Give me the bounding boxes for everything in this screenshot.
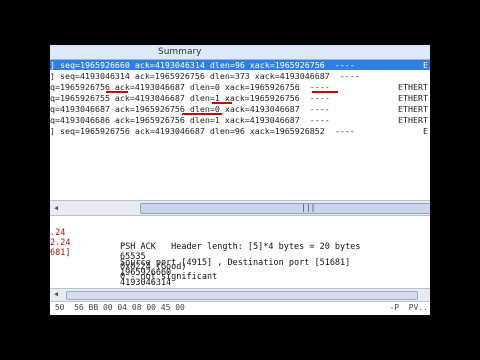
summary-column-header[interactable]: Summary bbox=[50, 45, 430, 60]
packet-row-tail: ETHERT bbox=[398, 93, 428, 103]
red-annotation-mark bbox=[182, 113, 222, 115]
packet-row-text: q=4193046686 ack=1965926756 dlen=1 xack=… bbox=[50, 115, 330, 125]
summary-title: Summary bbox=[158, 47, 202, 57]
scrollbar-thumb[interactable] bbox=[66, 291, 418, 300]
packet-row-text: ] seq=1965926660 ack=4193046314 dlen=96 … bbox=[50, 60, 355, 70]
packet-details-pane[interactable]: .24 2.24 681] Source port [4915] , Desti… bbox=[50, 178, 430, 288]
packet-analyzer-window: Summary ] seq=1965926660 ack=4193046314 … bbox=[50, 45, 430, 315]
packet-row[interactable]: q=4193046687 ack=1965926756 dlen=0 xack=… bbox=[50, 104, 430, 114]
packet-row[interactable]: ] seq=1965926756 ack=4193046687 dlen=96 … bbox=[50, 126, 430, 136]
packet-row-text: q=1965926755 ack=4193046687 dlen=1 xack=… bbox=[50, 93, 330, 103]
detail-seq: 1965926660 bbox=[120, 268, 172, 278]
packet-row[interactable]: ] seq=1965926660 ack=4193046314 dlen=96 … bbox=[50, 60, 430, 70]
detail-left-line: 2.24 bbox=[50, 238, 71, 248]
detail-left-line: .24 bbox=[50, 228, 66, 238]
packet-row-text: ] seq=4193046314 ack=1965926756 dlen=373… bbox=[50, 71, 360, 81]
detail-left-line: 681] bbox=[50, 248, 71, 258]
hex-ascii: -P PV.. bbox=[389, 303, 428, 312]
hex-dump-strip[interactable]: 50 56 BB 00 04 08 00 45 00 -P PV.. bbox=[50, 301, 430, 315]
scroll-left-icon[interactable]: ◀ bbox=[51, 289, 61, 299]
packet-row-text: ] seq=1965926756 ack=4193046687 dlen=96 … bbox=[50, 126, 355, 136]
packet-row-text: q=1965926756 ack=4193046687 dlen=0 xack=… bbox=[50, 82, 330, 92]
packet-row-tail: ETHERT bbox=[398, 82, 428, 92]
details-scrollbar[interactable]: ◀ bbox=[50, 288, 430, 302]
packet-row-tail: E bbox=[423, 60, 428, 70]
packet-row[interactable]: q=1965926755 ack=4193046687 dlen=1 xack=… bbox=[50, 93, 430, 103]
red-annotation-mark bbox=[312, 91, 338, 93]
hex-bytes: 50 56 BB 00 04 08 00 45 00 bbox=[50, 303, 185, 312]
red-annotation-mark bbox=[106, 91, 128, 93]
packet-row[interactable]: ] seq=4193046314 ack=1965926756 dlen=373… bbox=[50, 71, 430, 81]
packet-row-tail: ETHERT bbox=[398, 115, 428, 125]
detail-ack: 4193046314 bbox=[120, 278, 172, 288]
packet-list[interactable]: ] seq=1965926660 ack=4193046314 dlen=96 … bbox=[50, 60, 430, 180]
red-annotation-mark bbox=[212, 102, 232, 104]
packet-row-tail: E bbox=[423, 126, 428, 136]
packet-row[interactable]: q=4193046686 ack=1965926756 dlen=1 xack=… bbox=[50, 115, 430, 125]
detail-ports: Source port [4915] , Destination port [5… bbox=[120, 258, 351, 268]
packet-row-tail: ETHERT bbox=[398, 104, 428, 114]
